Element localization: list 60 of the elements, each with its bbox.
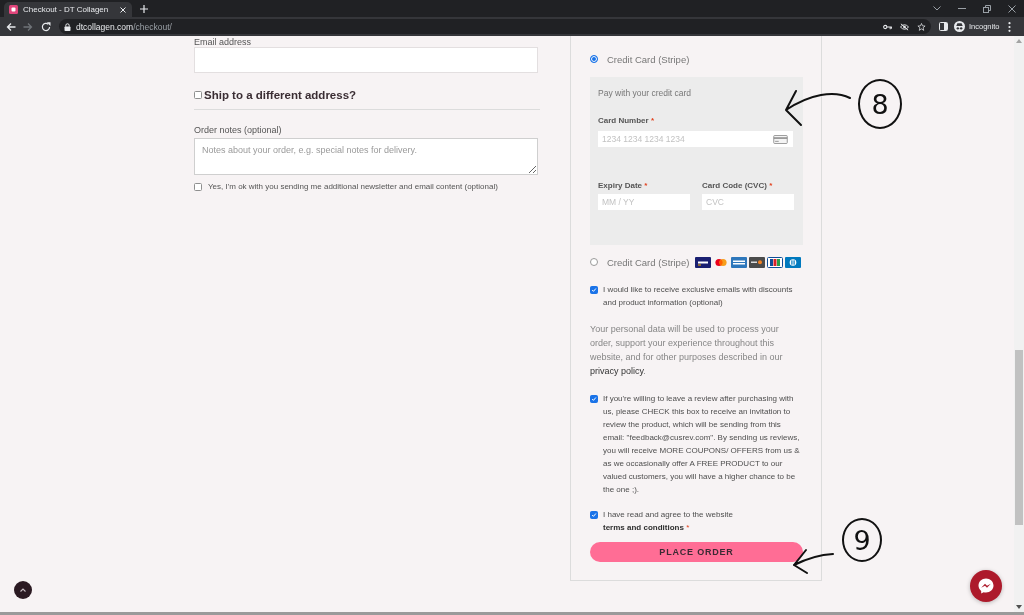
favicon-icon	[9, 5, 18, 14]
order-notes-field[interactable]: Notes about your order, e.g. special notes for delivery.	[194, 138, 538, 175]
terms-label: I have read and agree to the website terms and conditions *	[603, 509, 734, 534]
scrollbar-thumb[interactable]	[1015, 350, 1023, 525]
checkbox[interactable]	[590, 510, 598, 519]
field-label: Order notes (optional)	[194, 125, 282, 135]
checkbox[interactable]	[194, 91, 202, 99]
plus-icon[interactable]	[140, 4, 148, 13]
checkbox[interactable]	[590, 394, 598, 403]
side-panel-icon[interactable]	[939, 22, 948, 31]
card-brand-icon	[749, 256, 766, 268]
back-to-top-button[interactable]	[14, 581, 32, 599]
reload-icon[interactable]	[41, 21, 51, 32]
card-brand-icon	[713, 256, 730, 268]
field-label: Expiry Date *	[598, 180, 649, 192]
place-order-button[interactable]: PLACE ORDER	[590, 542, 803, 562]
radio-button[interactable]	[590, 55, 598, 63]
eye-slash-icon[interactable]	[900, 22, 909, 31]
scrollbar[interactable]	[1014, 36, 1024, 612]
card-brand-icon	[695, 256, 712, 268]
messenger-bubble-icon	[978, 578, 994, 594]
card-number-field[interactable]: 1234 1234 1234 1234	[598, 131, 793, 147]
privacy-notice: Your personal data will be used to process your order, support your experience throughout this website, and for other purposes described in our privacy policy.	[590, 323, 784, 378]
caret-up-icon	[20, 588, 26, 592]
annotation-number: 8	[858, 79, 902, 129]
lock-icon	[64, 22, 71, 31]
back-arrow-icon[interactable]	[6, 21, 16, 32]
card-brand-icon	[767, 256, 784, 268]
card-brand-icon	[731, 256, 748, 268]
restore-icon[interactable]	[983, 4, 991, 13]
radio-button[interactable]	[590, 258, 598, 266]
address-bar[interactable]: dtcollagen.com/checkout/	[59, 19, 931, 34]
payment-method-label: Credit Card (Stripe)	[607, 256, 690, 268]
annotation-number: 9	[842, 518, 882, 562]
card-form-description: Pay with your credit card	[598, 87, 693, 99]
field-label: Card Number *	[598, 115, 656, 127]
scroll-down-icon[interactable]	[1016, 605, 1022, 609]
ship-address-heading: Ship to a different address?	[204, 88, 357, 102]
checkbox-label: If you're willing to leave a review after purchasing with us, please CHECK this box to receive an invitation to review the product, which will be sending from this email: "feedback@cusrev.com". By sending us reviews, you will receive MORE COUPONS/ OFFERS from us & as we occasionally offer A FREE PRODUCT to our valued customers, you will have a higher chance to be the one ;).	[603, 393, 801, 496]
email-field[interactable]	[194, 47, 538, 73]
annotation-arrow	[790, 547, 835, 575]
field-label: Email address	[194, 37, 252, 47]
checkbox[interactable]	[590, 285, 598, 294]
key-icon[interactable]	[883, 22, 892, 31]
credit-card-icon	[773, 134, 788, 144]
checkbox-label: Yes, I'm ok with you sending me additional newsletter and email content (optional)	[208, 182, 498, 192]
chevron-down-icon[interactable]	[933, 6, 941, 11]
payment-method-label: Credit Card (Stripe)	[607, 53, 690, 65]
checkbox[interactable]	[194, 183, 202, 191]
terms-link[interactable]: terms and conditions	[603, 523, 684, 532]
incognito-icon	[954, 21, 965, 32]
close-icon[interactable]	[1008, 4, 1016, 13]
star-icon[interactable]	[917, 22, 926, 31]
checkbox-label: I would like to receive exclusive emails with discounts and product information (optional)	[603, 284, 794, 309]
field-label: Card Code (CVC) *	[702, 180, 774, 192]
annotation-arrow	[782, 88, 852, 128]
card-brand-icon	[785, 256, 802, 268]
chat-button[interactable]	[970, 570, 1002, 602]
menu-icon[interactable]	[1008, 21, 1012, 32]
browser-tab[interactable]: Checkout - DT Collagen	[4, 2, 132, 17]
